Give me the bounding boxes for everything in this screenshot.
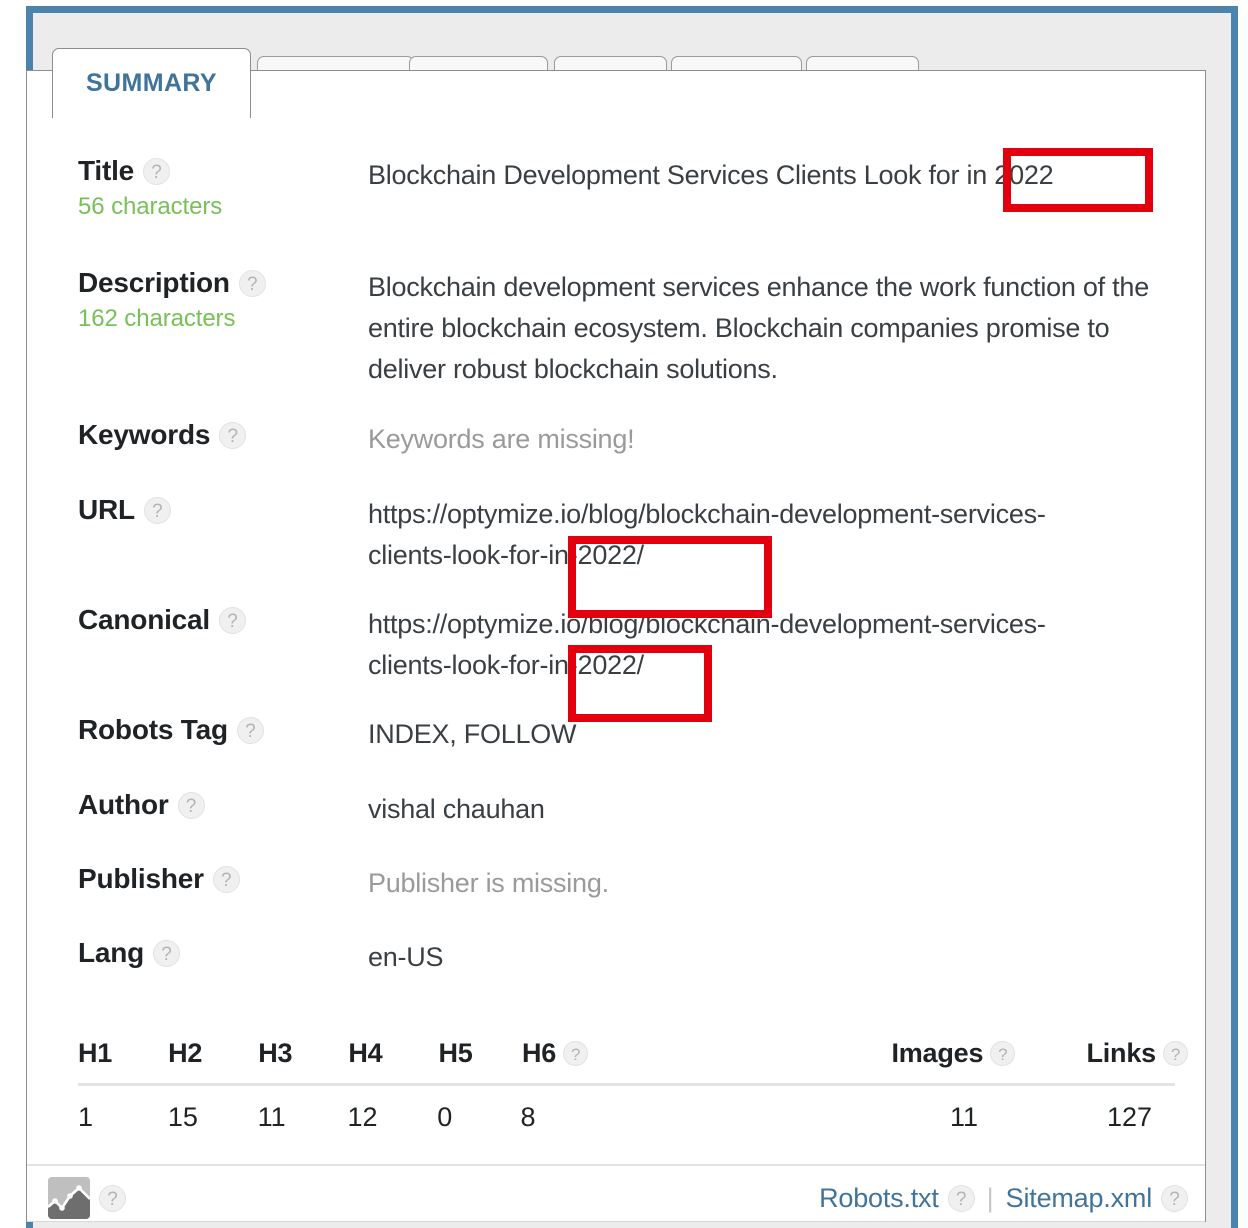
keywords-label-cell: Keywords ?	[78, 419, 368, 451]
title-value: Blockchain Development Services Clients …	[368, 155, 1188, 196]
publisher-label: Publisher	[78, 863, 204, 895]
publisher-value: Publisher is missing.	[368, 863, 1188, 904]
meta-row-url: URL ? https://optymize.io/blog/blockchai…	[78, 494, 1188, 604]
value-h3: 11	[258, 1102, 348, 1133]
footer-bottom-edge	[27, 1221, 1206, 1222]
value-images: 11	[832, 1102, 1014, 1133]
column-header-h6: H6 ?	[522, 1038, 835, 1069]
canonical-value[interactable]: https://optymize.io/blog/blockchain-deve…	[368, 604, 1116, 686]
column-header-h5: H5	[439, 1038, 522, 1069]
description-value: Blockchain development services enhance …	[368, 267, 1168, 390]
lang-label: Lang	[78, 937, 144, 969]
footer-links: Robots.txt ? | Sitemap.xml ?	[819, 1183, 1188, 1214]
help-icon-robots-tag[interactable]: ?	[237, 717, 264, 744]
help-icon-links[interactable]: ?	[1163, 1041, 1188, 1066]
help-icon-description[interactable]: ?	[239, 270, 266, 297]
robots-txt-link[interactable]: Robots.txt	[819, 1183, 939, 1214]
description-label-line: Description ?	[78, 267, 368, 299]
help-icon-canonical[interactable]: ?	[219, 607, 246, 634]
help-icon-robots-txt[interactable]: ?	[948, 1185, 975, 1212]
headings-table-header-row: H1 H2 H3 H4 H5 H6 ? Images ? Links ?	[78, 1025, 1188, 1081]
headings-count-table: H1 H2 H3 H4 H5 H6 ? Images ? Links ?	[78, 1025, 1188, 1148]
help-icon-chart[interactable]: ?	[99, 1185, 126, 1212]
title-label-cell: Title ? 56 characters	[78, 155, 368, 221]
url-label: URL	[78, 494, 135, 526]
author-label-line: Author ?	[78, 789, 368, 821]
lang-value: en-US	[368, 937, 1188, 978]
help-icon-publisher[interactable]: ?	[213, 866, 240, 893]
column-header-h2: H2	[168, 1038, 258, 1069]
value-h4: 12	[347, 1102, 437, 1133]
meta-row-lang: Lang ? en-US	[78, 937, 1188, 1011]
canonical-label: Canonical	[78, 604, 210, 636]
meta-row-description: Description ? 162 characters Blockchain …	[78, 267, 1188, 419]
meta-table: Title ? 56 characters Blockchain Develop…	[78, 155, 1188, 1011]
help-icon-headings[interactable]: ?	[563, 1041, 588, 1066]
meta-row-keywords: Keywords ? Keywords are missing!	[78, 419, 1188, 494]
footer-bar: ? Robots.txt ? | Sitemap.xml ?	[48, 1174, 1188, 1222]
help-icon-author[interactable]: ?	[178, 792, 205, 819]
author-label: Author	[78, 789, 169, 821]
meta-row-canonical: Canonical ? https://optymize.io/blog/blo…	[78, 604, 1188, 714]
summary-panel: Title ? 56 characters Blockchain Develop…	[26, 70, 1206, 1222]
value-h6: 8	[520, 1102, 832, 1133]
robots-tag-value: INDEX, FOLLOW	[368, 714, 1188, 755]
meta-row-publisher: Publisher ? Publisher is missing.	[78, 863, 1188, 937]
title-character-count: 56 characters	[78, 193, 368, 221]
screenshot-root: Title ? 56 characters Blockchain Develop…	[0, 0, 1248, 1228]
footer-separator: |	[987, 1183, 994, 1214]
keywords-label: Keywords	[78, 419, 210, 451]
url-label-line: URL ?	[78, 494, 368, 526]
description-character-count: 162 characters	[78, 305, 368, 333]
help-icon-sitemap-xml[interactable]: ?	[1161, 1185, 1188, 1212]
help-icon-keywords[interactable]: ?	[219, 422, 246, 449]
publisher-label-line: Publisher ?	[78, 863, 368, 895]
robots-tag-label: Robots Tag	[78, 714, 228, 746]
column-header-h6-label: H6	[522, 1038, 556, 1069]
keywords-label-line: Keywords ?	[78, 419, 368, 451]
chart-icon[interactable]	[48, 1177, 90, 1219]
description-label-cell: Description ? 162 characters	[78, 267, 368, 333]
footer-divider	[27, 1164, 1206, 1166]
help-icon-lang[interactable]: ?	[153, 940, 180, 967]
column-header-h1: H1	[78, 1038, 168, 1069]
column-header-images-label: Images	[891, 1038, 983, 1069]
title-label-line: Title ?	[78, 155, 368, 187]
value-links: 127	[1014, 1102, 1188, 1133]
value-h2: 15	[168, 1102, 258, 1133]
value-h5: 0	[437, 1102, 520, 1133]
column-header-images: Images ?	[835, 1038, 1015, 1069]
column-header-h4: H4	[348, 1038, 438, 1069]
title-label: Title	[78, 155, 134, 187]
keywords-value: Keywords are missing!	[368, 419, 1188, 460]
value-h1: 1	[78, 1102, 168, 1133]
help-icon-url[interactable]: ?	[144, 497, 171, 524]
url-value[interactable]: https://optymize.io/blog/blockchain-deve…	[368, 494, 1116, 576]
sitemap-xml-link[interactable]: Sitemap.xml	[1006, 1183, 1152, 1214]
robots-tag-label-line: Robots Tag ?	[78, 714, 368, 746]
column-header-h3: H3	[258, 1038, 348, 1069]
publisher-label-cell: Publisher ?	[78, 863, 368, 895]
url-label-cell: URL ?	[78, 494, 368, 526]
help-icon-title[interactable]: ?	[143, 158, 170, 185]
headings-table-value-row: 1 15 11 12 0 8 11 127	[78, 1086, 1188, 1148]
meta-row-robots-tag: Robots Tag ? INDEX, FOLLOW	[78, 714, 1188, 789]
meta-row-title: Title ? 56 characters Blockchain Develop…	[78, 155, 1188, 267]
robots-tag-label-cell: Robots Tag ?	[78, 714, 368, 746]
author-value: vishal chauhan	[368, 789, 1188, 830]
meta-row-author: Author ? vishal chauhan	[78, 789, 1188, 863]
canonical-label-line: Canonical ?	[78, 604, 368, 636]
tab-summary[interactable]: SUMMARY	[52, 48, 251, 118]
canonical-label-cell: Canonical ?	[78, 604, 368, 636]
description-label: Description	[78, 267, 230, 299]
column-header-links: Links ?	[1015, 1038, 1188, 1069]
lang-label-line: Lang ?	[78, 937, 368, 969]
lang-label-cell: Lang ?	[78, 937, 368, 969]
author-label-cell: Author ?	[78, 789, 368, 821]
help-icon-images[interactable]: ?	[990, 1041, 1015, 1066]
column-header-links-label: Links	[1086, 1038, 1156, 1069]
